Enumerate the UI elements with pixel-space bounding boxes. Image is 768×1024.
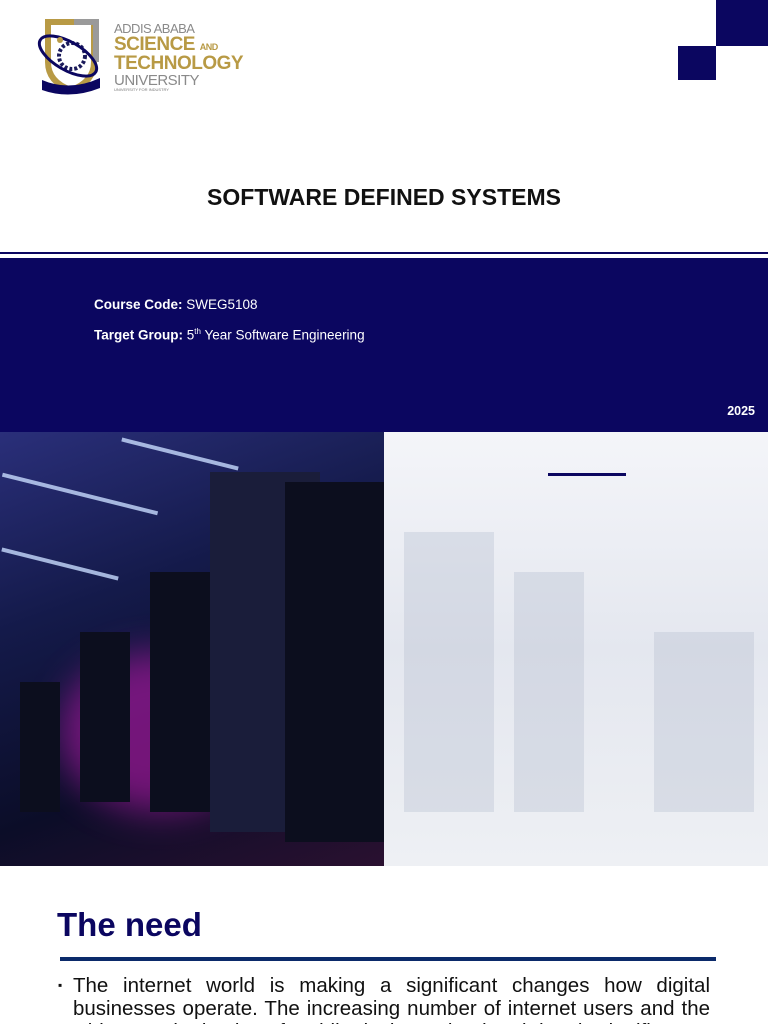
divider [0,252,768,254]
section-divider [60,957,716,961]
course-code: Course Code: SWEG5108 [94,297,258,312]
year: 2025 [727,404,755,418]
logo-line-2: SCIENCE [114,34,195,55]
slide-title: SOFTWARE DEFINED SYSTEMS [207,184,561,210]
course-info-band: Course Code: SWEG5108 Target Group: 5th … [0,258,768,432]
decor-square-bottom [678,46,716,80]
accent-line [548,473,626,476]
course-code-value: SWEG5108 [186,297,258,312]
bullet-icon: ▪ [58,978,63,992]
server-room-faded-image [384,432,768,866]
target-group-label: Target Group: [94,327,183,343]
target-group: Target Group: 5th Year Software Engineer… [94,327,365,343]
university-logo: ADDIS ABABA SCIENCE AND TECHNOLOGY UNIVE… [34,16,274,98]
logo-and: AND [199,42,219,52]
target-group-sup: th [194,327,201,336]
bullet-text: The internet world is making a significa… [73,974,710,1024]
server-room-image [0,432,384,866]
section-heading: The need [57,906,202,943]
course-code-label: Course Code: [94,297,183,312]
university-seal-icon [37,19,100,95]
logo-line-4: UNIVERSITY [114,72,200,89]
logo-line-3: TECHNOLOGY [114,53,244,74]
decor-square-top [716,0,768,46]
section-body: ▪ The internet world is making a signifi… [58,974,710,1024]
slide-page: ADDIS ABABA SCIENCE AND TECHNOLOGY UNIVE… [0,0,768,1024]
target-group-value: Year Software Engineering [204,327,365,343]
